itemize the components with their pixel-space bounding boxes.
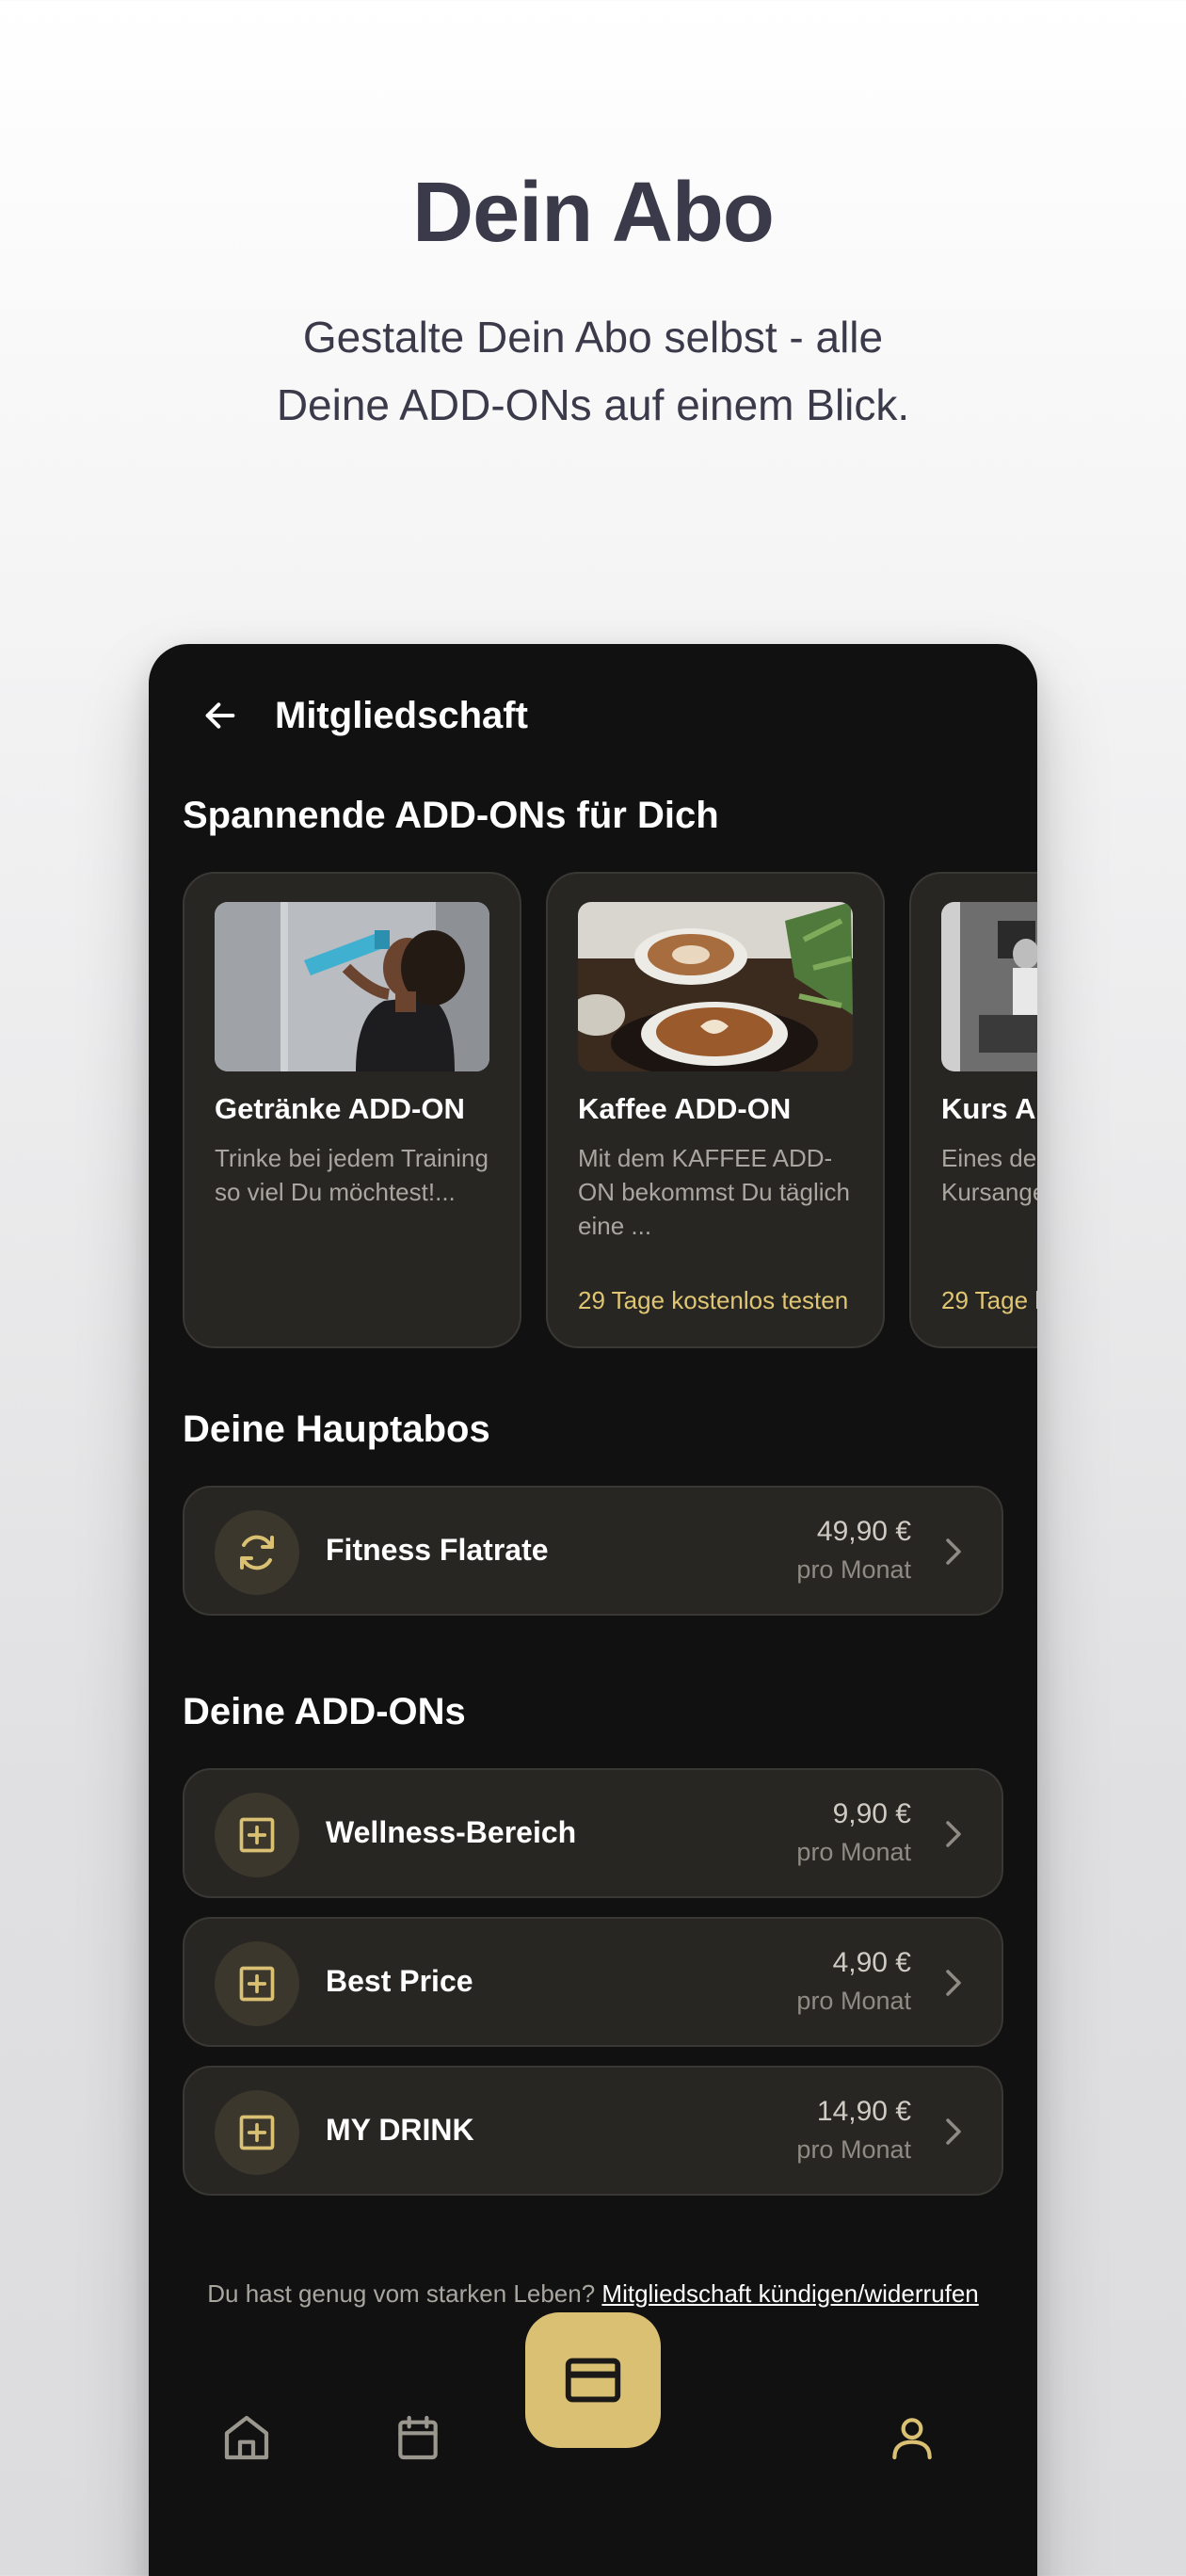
row-icon-wrap <box>215 1510 299 1595</box>
addon-card-kurs[interactable]: Kurs AI Eines der und kost Kursange 29 T… <box>909 872 1037 1348</box>
back-button[interactable] <box>198 693 243 738</box>
top-bar: Mitgliedschaft <box>149 678 1037 753</box>
addon-card-getraenke[interactable]: Getränke ADD-ON Trinke bei jedem Trainin… <box>183 872 521 1348</box>
refresh-icon <box>240 1535 274 1570</box>
credit-card-icon <box>565 2358 621 2403</box>
main-subscriptions-title: Deine Hauptabos <box>183 1409 490 1450</box>
plus-square-icon <box>239 1966 275 2002</box>
row-price: 9,90 € <box>832 1798 911 1829</box>
row-period: pro Monat <box>796 1838 911 1866</box>
nav-home[interactable] <box>214 2405 280 2471</box>
cancel-notice: Du hast genug vom starken Leben? Mitglie… <box>149 2279 1037 2309</box>
addon-card-description: Eines der und kost Kursange <box>941 1144 1037 1206</box>
cancel-membership-link[interactable]: Mitgliedschaft kündigen/widerrufen <box>601 2279 978 2308</box>
row-period: pro Monat <box>796 1555 911 1584</box>
chevron-right-icon <box>946 1821 961 1847</box>
bottom-nav <box>149 2312 1037 2576</box>
addon-card-description: Trinke bei jedem Training so viel Du möc… <box>215 1144 489 1206</box>
addon-card-title: Kaffee ADD-ON <box>578 1092 792 1125</box>
nav-membership[interactable] <box>525 2312 661 2448</box>
row-label: MY DRINK <box>326 2113 474 2147</box>
row-icon-wrap <box>215 1793 299 1877</box>
phone-screen: Mitgliedschaft Spannende ADD-ONs für Dic… <box>149 644 1037 2576</box>
addon-card-title: Kurs AI <box>941 1092 1037 1125</box>
nav-profile[interactable] <box>879 2405 945 2471</box>
hero-subtitle-line-1: Gestalte Dein Abo selbst - alle <box>302 313 884 362</box>
subscription-row-fitness-flatrate[interactable]: Fitness Flatrate 49,90 € pro Monat <box>183 1486 1003 1616</box>
row-label: Wellness-Bereich <box>326 1815 577 1849</box>
addon-card-image <box>578 902 853 1071</box>
row-price: 49,90 € <box>816 1516 911 1547</box>
row-icon-wrap <box>215 2090 299 2175</box>
row-icon-wrap <box>215 1941 299 2026</box>
row-period: pro Monat <box>796 1987 911 2015</box>
row-label: Best Price <box>326 1964 473 1998</box>
addon-row-wellness[interactable]: Wellness-Bereich 9,90 € pro Monat <box>183 1768 1003 1898</box>
plus-square-icon <box>239 1817 275 1853</box>
chevron-right-icon <box>946 1538 961 1565</box>
hero-title: Dein Abo <box>412 166 775 260</box>
row-price: 4,90 € <box>832 1947 911 1978</box>
addon-card-kaffee[interactable]: Kaffee ADD-ON Mit dem KAFFEE ADD-ON beko… <box>546 872 885 1348</box>
calendar-icon <box>398 2415 438 2460</box>
row-label: Fitness Flatrate <box>326 1533 549 1567</box>
addon-card-trial-link[interactable]: 29 Tage kostenlos testen <box>578 1286 848 1315</box>
page-title: Mitgliedschaft <box>275 695 528 736</box>
row-period: pro Monat <box>796 2135 911 2164</box>
chevron-right-icon <box>946 1970 961 1996</box>
addon-row-best-price[interactable]: Best Price 4,90 € pro Monat <box>183 1917 1003 2047</box>
hero-subtitle-line-2: Deine ADD-ONs auf einem Blick. <box>276 380 910 429</box>
row-price: 14,90 € <box>816 2096 911 2127</box>
addons-section-title: Spannende ADD-ONs für Dich <box>183 795 719 836</box>
addon-card-title: Getränke ADD-ON <box>215 1092 465 1125</box>
user-icon <box>892 2418 932 2460</box>
addon-card-trial-link[interactable]: 29 Tage k <box>941 1286 1037 1315</box>
nav-calendar[interactable] <box>385 2405 451 2471</box>
chevron-right-icon <box>946 2118 961 2145</box>
addon-card-description: Mit dem KAFFEE ADD-ON bekommst Du täglic… <box>578 1144 850 1240</box>
cancel-text: Du hast genug vom starken Leben? <box>207 2279 602 2308</box>
home-icon <box>224 2415 269 2460</box>
plus-square-icon <box>239 2115 275 2150</box>
hero-subtitle: Gestalte Dein Abo selbst - alle Deine AD… <box>169 303 1017 439</box>
addon-card-image <box>941 902 1037 1071</box>
addon-carousel[interactable]: Getränke ADD-ON Trinke bei jedem Trainin… <box>183 872 1037 1352</box>
addons-list-title: Deine ADD-ONs <box>183 1691 466 1732</box>
arrow-left-icon <box>205 702 235 729</box>
addon-card-image <box>215 902 489 1071</box>
addon-row-my-drink[interactable]: MY DRINK 14,90 € pro Monat <box>183 2066 1003 2196</box>
